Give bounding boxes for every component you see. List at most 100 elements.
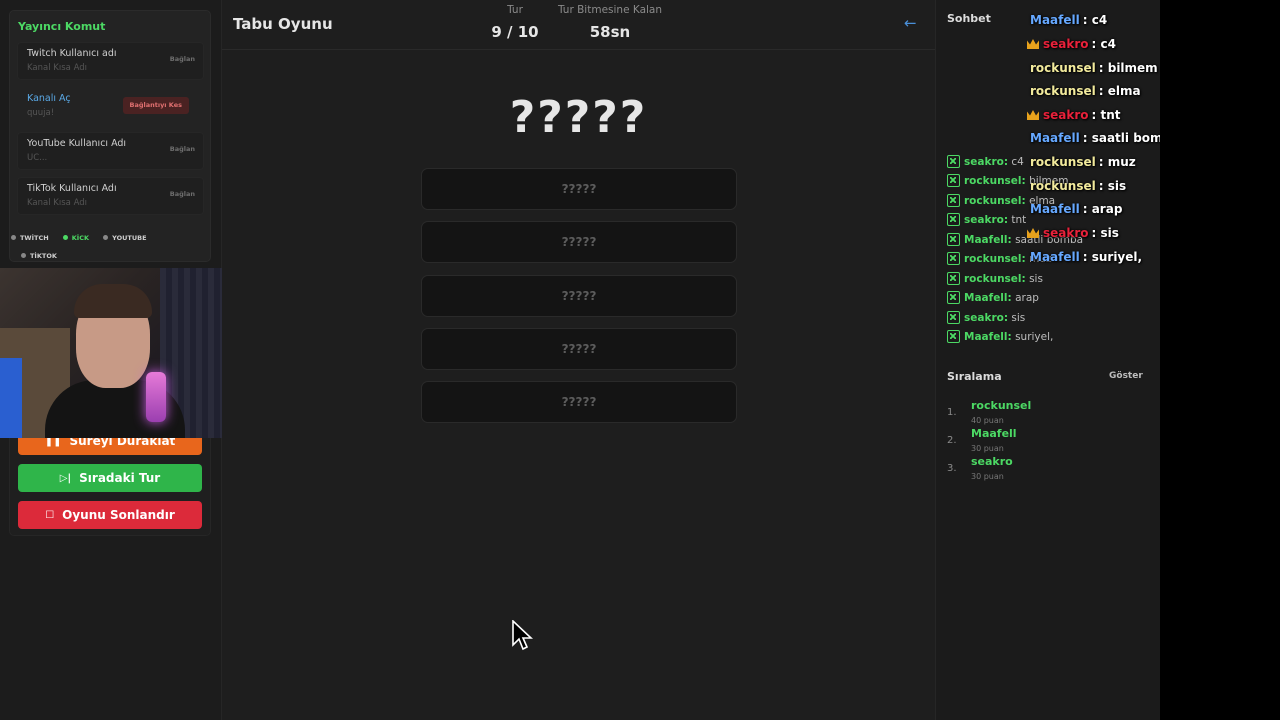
overlay-username: Maafell	[1030, 250, 1080, 264]
crown-icon	[1027, 228, 1039, 238]
overlay-username: Maafell	[1030, 13, 1080, 27]
chat-text: c4	[1011, 155, 1024, 168]
taboo-word-5: ?????	[421, 381, 737, 423]
time-left-value: 58sn	[589, 23, 631, 41]
page-title: Tabu Oyunu	[233, 15, 333, 33]
webcam-background-light	[0, 358, 22, 438]
platform-label: KİCK	[71, 233, 90, 242]
overlay-message: : muz	[1098, 155, 1136, 169]
youtube-label: YouTube Kullanıcı Adı	[27, 138, 127, 149]
chat-username: rockunsel:	[964, 252, 1026, 265]
overlay-message: : tnt	[1091, 108, 1121, 122]
back-arrow-icon[interactable]: ←	[904, 14, 917, 32]
taboo-word-4: ?????	[421, 328, 737, 370]
overlay-chat-line: Maafell: saatli bomba	[1030, 131, 1179, 145]
chat-text: sis	[1011, 311, 1026, 324]
overlay-message: : suriyel,	[1082, 250, 1143, 264]
chat-text: suriyel,	[1015, 330, 1054, 343]
overlay-chat-line: rockunsel: elma	[1030, 84, 1141, 98]
twitch-connect-button[interactable]: Bağlan	[170, 55, 195, 63]
kick-icon	[947, 252, 960, 265]
overlay-message: : sis	[1098, 179, 1127, 193]
overlay-chat-line: Maafell: c4	[1030, 13, 1107, 27]
crown-icon	[1027, 39, 1039, 49]
overlay-username: rockunsel	[1030, 179, 1096, 193]
overlay-chat-line: Maafell: arap	[1030, 202, 1122, 216]
status-dot-icon	[62, 235, 68, 240]
streamer-settings-card: Yayıncı Komut Twitch Kullanıcı adı Kanal…	[9, 10, 211, 262]
taboo-word-1: ?????	[421, 168, 737, 210]
overlay-username: rockunsel	[1030, 84, 1096, 98]
webcam-person-hair	[74, 284, 152, 318]
youtube-connect-button[interactable]: Bağlan	[170, 145, 195, 153]
twitch-channel-input[interactable]: Kanal Kısa Adı	[27, 63, 87, 73]
overlay-username: Maafell	[1030, 131, 1080, 145]
chat-message: Maafell: suriyel,	[947, 330, 1053, 343]
chat-username: Maafell:	[964, 233, 1012, 246]
kick-icon	[947, 330, 960, 343]
taboo-word-2: ?????	[421, 221, 737, 263]
kick-icon	[947, 311, 960, 324]
rank-name: Maafell	[971, 427, 1017, 440]
rank-points: 40 puan	[971, 416, 1004, 425]
kick-icon	[947, 233, 960, 246]
tiktok-connect-button[interactable]: Bağlan	[170, 190, 195, 198]
skip-next-icon: ▷|	[59, 472, 72, 484]
platform-label: YOUTUBE	[112, 233, 147, 242]
rank-name: rockunsel	[971, 399, 1032, 412]
microphone	[146, 372, 166, 422]
platform-label: TWİTCH	[20, 233, 49, 242]
end-label: Oyunu Sonlandır	[62, 508, 175, 522]
status-dot-icon	[21, 253, 26, 258]
overlay-message: : bilmem	[1098, 61, 1158, 75]
settings-title: Yayıncı Komut	[18, 20, 106, 33]
next-label: Sıradaki Tur	[79, 471, 161, 485]
chat-username: seakro:	[964, 155, 1009, 168]
overlay-chat-line: rockunsel: muz	[1030, 155, 1136, 169]
overlay-username: seakro	[1043, 108, 1089, 122]
stop-icon: ☐	[45, 509, 55, 521]
overlay-message: : elma	[1098, 84, 1141, 98]
mouse-cursor-icon	[512, 620, 534, 651]
kick-channel-input[interactable]: quuja!	[27, 108, 54, 118]
youtube-account-row: YouTube Kullanıcı Adı UC... Bağlan	[17, 132, 204, 170]
platform-status-list-2: TİKTOK	[21, 243, 66, 262]
tiktok-account-row: TikTok Kullanıcı Adı Kanal Kısa Adı Bağl…	[17, 177, 204, 215]
disconnect-button[interactable]: Bağlantıyı Kes	[122, 97, 189, 114]
kick-icon	[947, 272, 960, 285]
overlay-username: Maafell	[1030, 202, 1080, 216]
platform-tiktok: TİKTOK	[21, 250, 57, 262]
chat-username: Maafell:	[964, 330, 1012, 343]
kick-icon	[947, 291, 960, 304]
next-round-button[interactable]: ▷| Sıradaki Tur	[18, 464, 202, 492]
overlay-username: rockunsel	[1030, 61, 1096, 75]
game-main-area: Tabu Oyunu Tur 9 / 10 Tur Bitmesine Kala…	[222, 0, 935, 720]
ranking-show-button[interactable]: Göster	[1109, 371, 1143, 381]
game-header: Tabu Oyunu Tur 9 / 10 Tur Bitmesine Kala…	[222, 0, 935, 50]
platform-youtube: YOUTUBE	[103, 232, 147, 244]
platform-twitch: TWİTCH	[11, 232, 49, 244]
overlay-chat-line: rockunsel: bilmem	[1030, 61, 1158, 75]
youtube-channel-input[interactable]: UC...	[27, 153, 47, 163]
overlay-chat-line: seakro: tnt	[1027, 108, 1121, 122]
tiktok-channel-input[interactable]: Kanal Kısa Adı	[27, 198, 87, 208]
kick-icon	[947, 194, 960, 207]
time-left-label: Tur Bitmesine Kalan	[557, 4, 663, 16]
rank-name: seakro	[971, 455, 1013, 468]
status-dot-icon	[103, 235, 109, 240]
kick-icon	[947, 155, 960, 168]
left-sidebar: Yayıncı Komut Twitch Kullanıcı adı Kanal…	[0, 0, 253, 720]
chat-username: rockunsel:	[964, 194, 1026, 207]
overlay-message: : arap	[1082, 202, 1123, 216]
chat-text: sis	[1029, 272, 1043, 285]
end-game-button[interactable]: ☐ Oyunu Sonlandır	[18, 501, 202, 529]
chat-username: rockunsel:	[964, 272, 1026, 285]
round-label: Tur	[507, 4, 523, 16]
platform-label: TİKTOK	[30, 251, 57, 260]
chat-username: seakro:	[964, 311, 1009, 324]
open-channel-link[interactable]: Kanalı Aç	[27, 93, 71, 104]
chat-text: tnt	[1011, 213, 1027, 226]
chat-message: seakro: c4	[947, 155, 1024, 168]
chat-username: seakro:	[964, 213, 1009, 226]
overlay-chat-line: Maafell: suriyel,	[1030, 250, 1142, 264]
